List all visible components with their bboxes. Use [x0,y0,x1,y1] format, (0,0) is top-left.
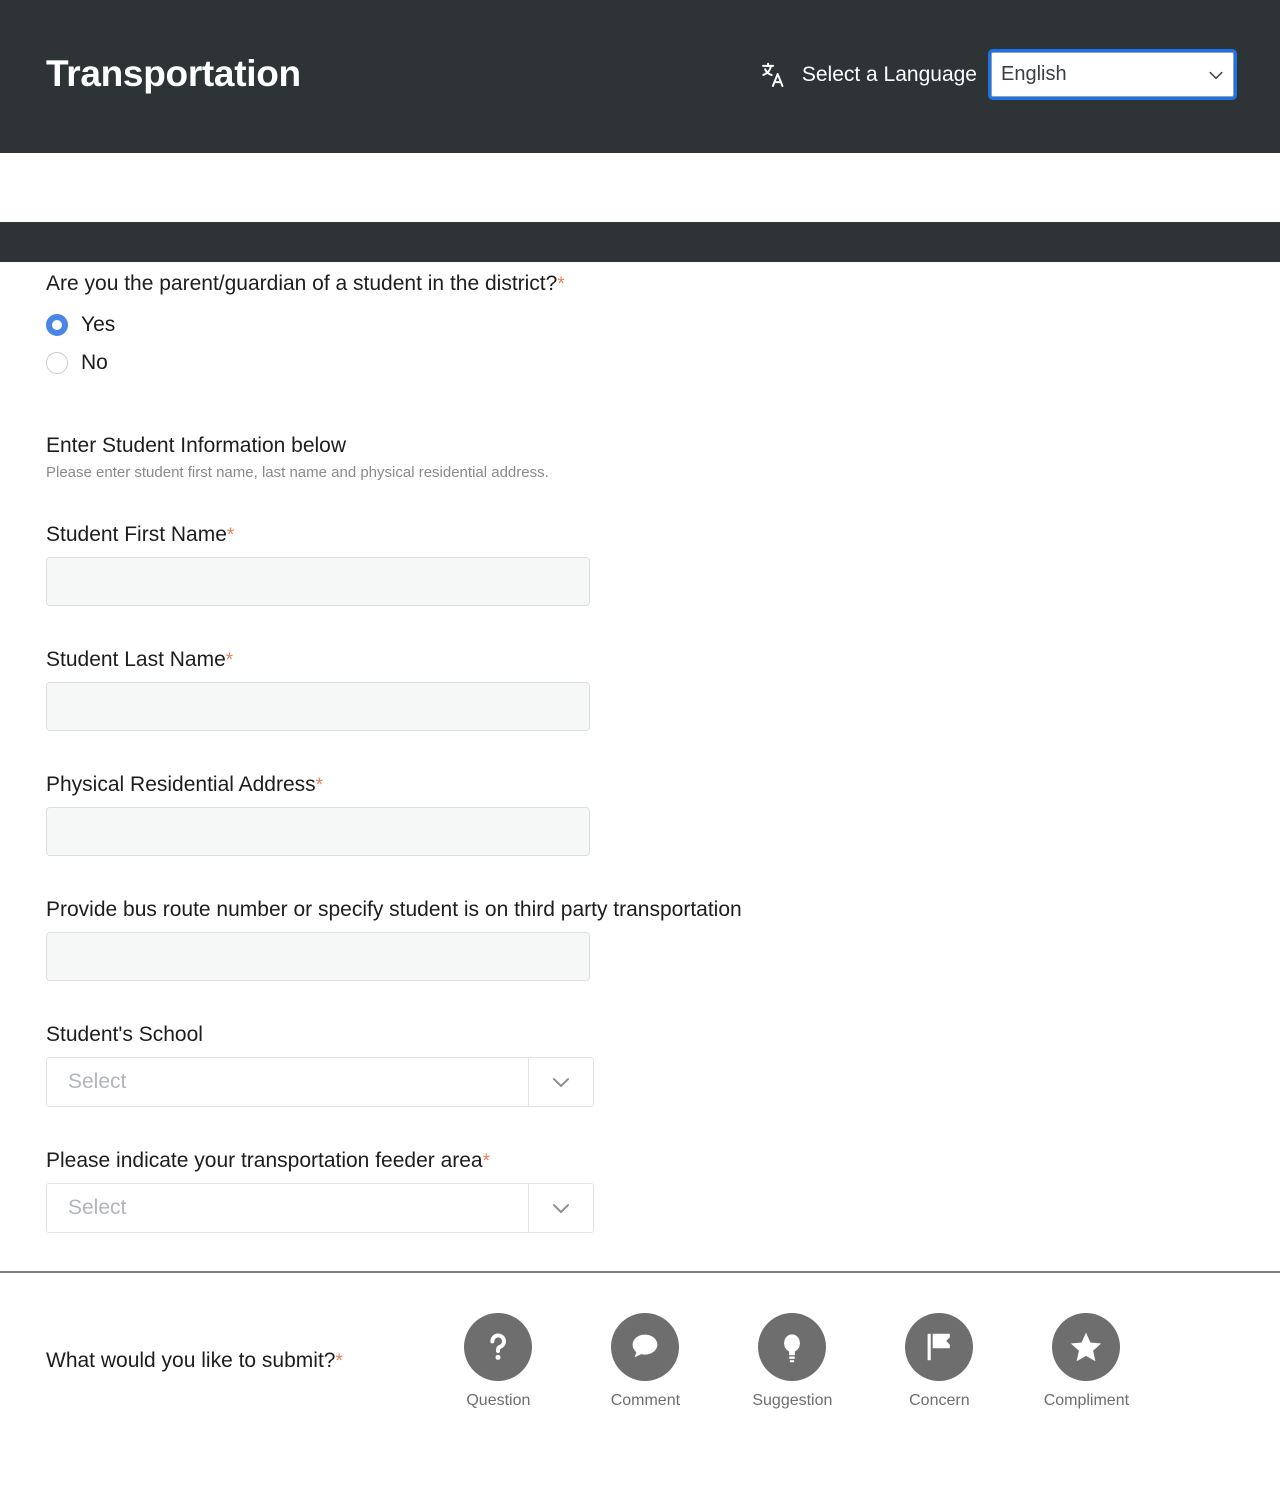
language-select-value: English [992,63,1199,86]
submit-option-comment-label: Comment [611,1392,680,1410]
students-school-select-value: Select [47,1058,528,1106]
radio-button-unselected-icon[interactable] [46,352,68,374]
label-text: Please indicate your transportation feed… [46,1149,483,1172]
flag-icon[interactable] [905,1313,973,1381]
submit-option-question[interactable]: Question [425,1313,572,1410]
star-icon[interactable] [1052,1313,1120,1381]
parent-guardian-question-label: Are you the parent/guardian of a student… [46,272,557,295]
page-title: Transportation [46,55,301,98]
student-last-name-input[interactable] [46,682,590,731]
submit-option-concern-label: Concern [909,1392,969,1410]
speech-bubble-icon[interactable] [611,1313,679,1381]
required-asterisk: * [227,525,234,546]
required-asterisk: * [335,1351,342,1372]
lightbulb-icon[interactable] [758,1313,826,1381]
translate-icon [758,60,788,90]
radio-option-yes-label: Yes [81,313,115,337]
header-spacer [0,153,1280,222]
field-bus-route-label: Provide bus route number or specify stud… [46,898,1234,922]
language-select[interactable]: English [991,52,1234,97]
submit-option-comment[interactable]: Comment [572,1313,719,1410]
chevron-down-icon[interactable] [528,1058,593,1106]
required-asterisk: * [557,274,564,295]
radio-option-no-label: No [81,351,108,375]
submit-option-question-label: Question [466,1392,530,1410]
submit-type-footer: What would you like to submit?* Question… [0,1281,1280,1441]
physical-residential-address-input[interactable] [46,807,590,856]
field-student-last-name: Student Last Name* [46,648,1234,731]
student-first-name-input[interactable] [46,557,590,606]
language-label: Select a Language [802,63,977,87]
parent-guardian-radio-group: Yes No [46,306,1234,382]
label-text: Provide bus route number or specify stud… [46,898,742,921]
form-body: Are you the parent/guardian of a student… [0,271,1280,1233]
radio-option-yes[interactable]: Yes [46,306,1234,344]
chevron-down-icon [1199,65,1233,85]
parent-guardian-question: Are you the parent/guardian of a student… [46,271,1234,297]
submit-type-question: What would you like to submit?* [46,1349,343,1373]
students-school-select[interactable]: Select [46,1057,594,1107]
submit-option-concern[interactable]: Concern [866,1313,1013,1410]
chevron-down-icon[interactable] [528,1184,593,1232]
required-asterisk: * [316,775,323,796]
dark-accent-band [0,222,1280,262]
label-text: Student Last Name [46,648,226,671]
footer-divider [0,1271,1280,1273]
field-transportation-feeder-area: Please indicate your transportation feed… [46,1149,1234,1233]
field-students-school: Student's School Select [46,1023,1234,1107]
field-physical-residential-address-label: Physical Residential Address* [46,773,1234,797]
label-text: Physical Residential Address [46,773,316,796]
field-bus-route: Provide bus route number or specify stud… [46,898,1234,981]
submit-option-suggestion-label: Suggestion [752,1392,832,1410]
student-info-section-subtitle: Please enter student first name, last na… [46,464,1234,481]
submit-option-suggestion[interactable]: Suggestion [719,1313,866,1410]
student-info-section-title: Enter Student Information below [46,434,1234,458]
field-student-last-name-label: Student Last Name* [46,648,1234,672]
submit-option-compliment[interactable]: Compliment [1013,1313,1160,1410]
app-header: Transportation Select a Language English [0,0,1280,153]
field-transportation-feeder-area-label: Please indicate your transportation feed… [46,1149,1234,1173]
submit-type-options: Question Comment Suggestion [425,1313,1160,1410]
field-student-first-name: Student First Name* [46,523,1234,606]
required-asterisk: * [483,1151,490,1172]
language-selector-group: Select a Language English [758,52,1234,101]
field-students-school-label: Student's School [46,1023,1234,1047]
transportation-feeder-area-select-value: Select [47,1184,528,1232]
submit-option-compliment-label: Compliment [1044,1392,1129,1410]
submit-type-question-label: What would you like to submit? [46,1349,335,1372]
transportation-feeder-area-select[interactable]: Select [46,1183,594,1233]
bus-route-input[interactable] [46,932,590,981]
question-mark-icon[interactable] [464,1313,532,1381]
radio-button-selected-icon[interactable] [46,314,68,336]
radio-option-no[interactable]: No [46,344,1234,382]
label-text: Student's School [46,1023,203,1046]
label-text: Student First Name [46,523,227,546]
field-physical-residential-address: Physical Residential Address* [46,773,1234,856]
field-student-first-name-label: Student First Name* [46,523,1234,547]
required-asterisk: * [226,650,233,671]
